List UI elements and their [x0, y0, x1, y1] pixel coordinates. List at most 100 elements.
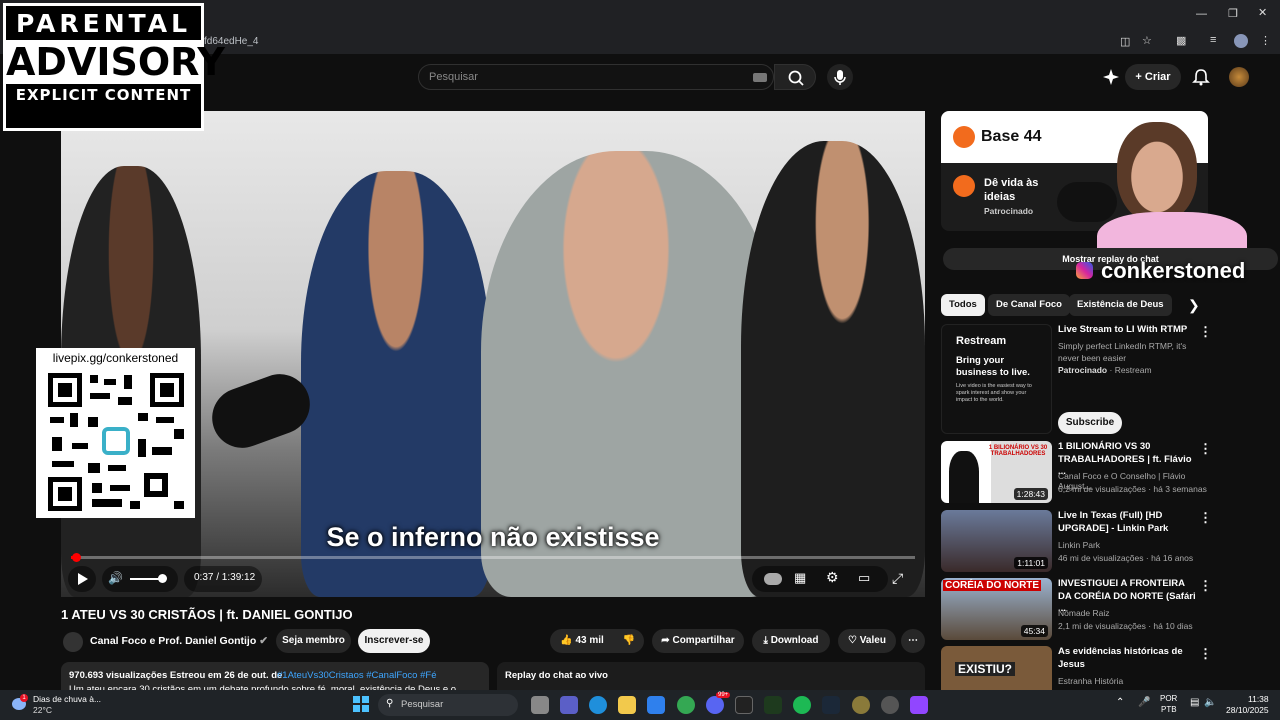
volume-icon[interactable]: 🔊 — [108, 571, 123, 585]
verified-icon: ✔ — [259, 635, 269, 647]
rec-duration: 1:11:01 — [1014, 557, 1048, 569]
recommendation-item[interactable]: 1:11:01 Live In Texas (Full) [HD UPGRADE… — [941, 510, 1212, 574]
download-icon: ⤓ — [763, 635, 771, 646]
obs-icon[interactable] — [852, 696, 870, 714]
network-icon[interactable]: ▤ — [1190, 697, 1199, 708]
keyboard-icon[interactable] — [753, 73, 767, 82]
weather-temp[interactable]: 22°C — [33, 705, 52, 715]
rec-more-icon[interactable]: ⋮ — [1199, 441, 1212, 457]
steam-icon[interactable] — [822, 696, 840, 714]
progress-scrubber[interactable] — [72, 553, 82, 562]
ad2-more-icon[interactable]: ⋮ — [1199, 324, 1212, 340]
weather-title[interactable]: Dias de chuva à... — [33, 694, 101, 704]
download-button[interactable]: ⤓ Download — [752, 629, 830, 653]
streamer-handle: conkerstoned — [1101, 258, 1246, 283]
volume-knob[interactable] — [158, 574, 167, 583]
store-icon[interactable] — [647, 696, 665, 714]
settings-app-icon[interactable] — [881, 696, 899, 714]
browser-menu-icon[interactable]: ⋮ — [1260, 34, 1271, 47]
play-button[interactable] — [68, 566, 96, 592]
teams-icon[interactable] — [560, 696, 578, 714]
channel-name-text[interactable]: Canal Foco e Prof. Daniel Gontijo — [90, 635, 256, 647]
media-control-icon[interactable]: ≡ — [1210, 34, 1216, 46]
restream-ad[interactable]: Restream Bring your business to live. Li… — [941, 324, 1212, 434]
parental-advisory-logo: PARENTAL ADVISORY EXPLICIT CONTENT — [3, 3, 225, 131]
windows-start-icon[interactable] — [352, 695, 370, 713]
search-button[interactable] — [774, 64, 816, 90]
autoplay-toggle-icon[interactable] — [764, 573, 782, 585]
chip-existencia-de-deus[interactable]: Existência de Deus — [1069, 294, 1172, 316]
rec-channel[interactable]: Linkin Park — [1058, 540, 1100, 550]
twitch-icon[interactable] — [910, 696, 928, 714]
ad-brand: Base 44 — [981, 128, 1042, 145]
join-button[interactable]: Seja membro — [276, 629, 351, 653]
nvidia-icon[interactable] — [764, 696, 782, 714]
streamer-microphone — [1057, 182, 1117, 222]
speaker-icon[interactable]: 🔈 — [1204, 697, 1216, 708]
dislike-button[interactable]: 👎 — [614, 629, 644, 653]
gemini-sparkle-icon[interactable] — [1102, 68, 1120, 86]
subscribe-button[interactable]: Inscrever-se — [358, 629, 430, 653]
share-button[interactable]: ➦ Compartilhar — [652, 629, 744, 653]
capcut-icon[interactable] — [735, 696, 753, 714]
rec-more-icon[interactable]: ⋮ — [1199, 510, 1212, 526]
cast-icon[interactable]: ◫ — [1120, 35, 1130, 48]
profile-avatar[interactable] — [1234, 34, 1248, 48]
voice-search-button[interactable] — [827, 64, 853, 90]
task-view-icon[interactable] — [531, 696, 549, 714]
recommendation-item[interactable]: EXISTIU? As evidências históricas de Jes… — [941, 646, 1211, 690]
create-button[interactable]: + Criar — [1125, 64, 1181, 90]
search-icon — [788, 70, 804, 86]
language-indicator[interactable]: POR — [1160, 694, 1177, 703]
right-controls: ▦ ⚙ ▭ — [752, 566, 888, 592]
chrome-icon[interactable] — [677, 696, 695, 714]
discord-icon[interactable] — [706, 696, 724, 714]
recommendation-item[interactable]: CORÉIA DO NORTE 45:34 INVESTIGUEI A FRON… — [941, 578, 1212, 642]
tray-mic-icon[interactable]: 🎤 — [1138, 697, 1150, 708]
taskbar-search[interactable]: ⚲ Pesquisar — [378, 694, 518, 716]
rec-more-icon[interactable]: ⋮ — [1199, 646, 1211, 662]
rec-meta: 46 mi de visualizações · há 16 anos — [1058, 553, 1194, 563]
close-icon[interactable]: ✕ — [1258, 6, 1267, 19]
chip-de-canal-foco[interactable]: De Canal Foco — [988, 294, 1070, 316]
video-progress-bar[interactable] — [71, 553, 915, 562]
search-box[interactable]: Pesquisar — [418, 64, 774, 90]
restore-icon[interactable]: ❐ — [1228, 7, 1238, 20]
ad2-subscribe-button[interactable]: Subscribe — [1058, 412, 1122, 434]
theater-mode-icon[interactable]: ▭ — [858, 570, 870, 586]
rec-channel[interactable]: Nômade Raiz — [1058, 608, 1110, 618]
recommendation-item[interactable]: 1 BILIONÁRIO VS 30 TRABALHADORES 1:28:43… — [941, 441, 1212, 505]
minimize-icon[interactable]: — — [1196, 8, 1207, 20]
like-button[interactable]: 👍 43 mil — [550, 629, 614, 653]
rec-more-icon[interactable]: ⋮ — [1199, 578, 1212, 594]
rec-channel[interactable]: Estranha História — [1058, 676, 1123, 686]
video-subtitle: Se o inferno não existisse — [326, 522, 660, 552]
ad2-sponsor-line: Patrocinado · Restream — [1058, 365, 1152, 375]
volume-control[interactable]: 🔊 — [102, 566, 178, 592]
channel-name[interactable]: Canal Foco e Prof. Daniel Gontijo ✔ — [90, 635, 268, 647]
base44-logo — [953, 126, 975, 148]
account-avatar[interactable] — [1229, 67, 1249, 87]
channel-avatar[interactable] — [63, 632, 83, 652]
tray-chevron-icon[interactable]: ⌃ — [1116, 697, 1124, 708]
bookmark-star-icon[interactable]: ☆ — [1142, 34, 1152, 47]
keyboard-layout[interactable]: PTB — [1161, 705, 1177, 714]
volume-slider[interactable] — [130, 578, 160, 580]
captions-icon[interactable]: ▦ — [794, 570, 806, 586]
notifications-bell-icon[interactable] — [1192, 68, 1210, 86]
clock-time[interactable]: 11:38 — [1248, 694, 1269, 704]
rec-thumbnail: 1:11:01 — [941, 510, 1052, 572]
thanks-button[interactable]: ♡ Valeu — [838, 629, 896, 653]
file-explorer-icon[interactable] — [618, 696, 636, 714]
clock-date[interactable]: 28/10/2025 — [1226, 705, 1269, 715]
more-actions-button[interactable]: ⋯ — [901, 629, 925, 653]
edge-icon[interactable] — [589, 696, 607, 714]
chevron-right-icon[interactable]: ❯ — [1188, 297, 1200, 314]
spotify-icon[interactable] — [793, 696, 811, 714]
extensions-icon[interactable]: ▩ — [1176, 34, 1186, 47]
settings-gear-icon[interactable]: ⚙ — [826, 569, 839, 586]
hashtags[interactable]: #1AteuVs30Cristaos #CanalFoco #Fé — [277, 670, 436, 681]
chip-todos[interactable]: Todos — [941, 294, 985, 316]
video-title: 1 ATEU VS 30 CRISTÃOS | ft. DANIEL GONTI… — [61, 607, 353, 622]
fullscreen-icon[interactable]: ⤢ — [892, 570, 903, 587]
